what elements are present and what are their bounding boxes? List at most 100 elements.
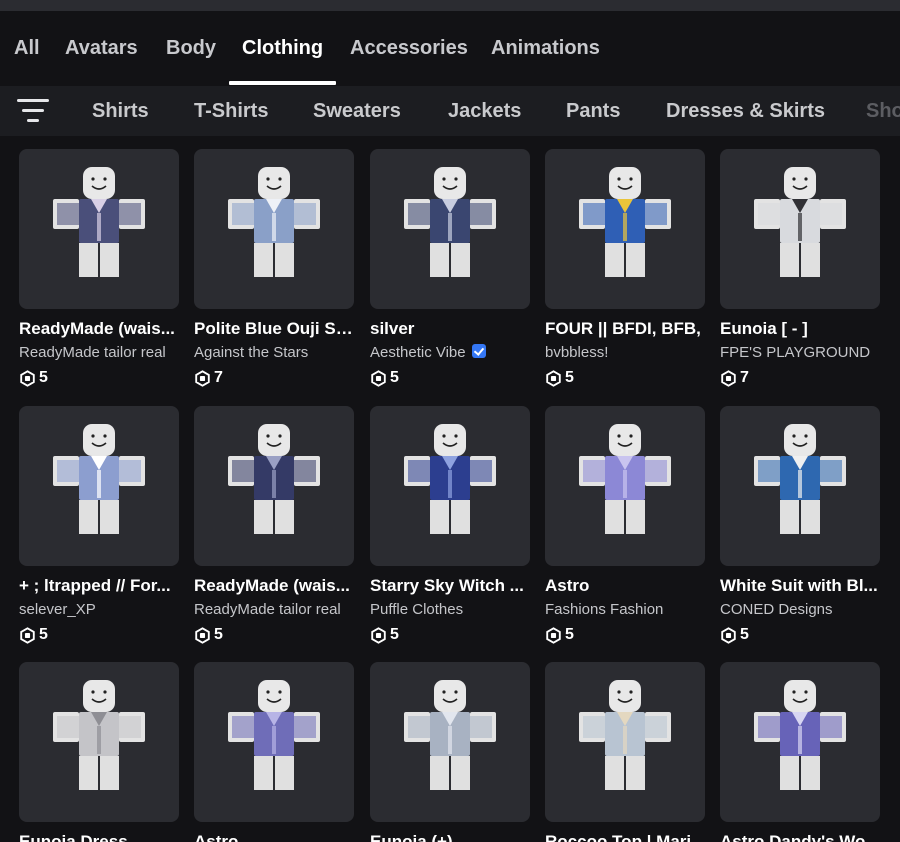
- item-name[interactable]: White Suit with Bl...: [720, 576, 886, 596]
- verified-badge-icon: [471, 344, 486, 358]
- tab-animations[interactable]: Animations: [491, 37, 600, 60]
- tab-all[interactable]: All: [14, 37, 40, 60]
- price-value: 7: [740, 369, 749, 386]
- item-thumbnail[interactable]: [194, 149, 354, 309]
- item-thumbnail[interactable]: [19, 149, 179, 309]
- item-price: 7: [194, 368, 223, 388]
- robux-icon: [195, 369, 210, 387]
- item-creator[interactable]: ReadyMade tailor real: [19, 344, 189, 361]
- item-thumbnail[interactable]: [194, 406, 354, 566]
- item-price: 5: [370, 368, 399, 388]
- item-name[interactable]: Astro: [194, 832, 360, 842]
- subcategory-bar: Shirts T-Shirts Sweaters Jackets Pants D…: [0, 86, 900, 136]
- creator-name: Aesthetic Vibe: [370, 344, 466, 361]
- item-name[interactable]: + ; ltrapped // For...: [19, 576, 185, 596]
- filter-icon[interactable]: [17, 98, 49, 124]
- creator-name: Against the Stars: [194, 344, 309, 361]
- subtab-sweaters[interactable]: Sweaters: [313, 100, 401, 123]
- catalog-grid: ReadyMade (wais... ReadyMade tailor real 5…: [0, 136, 900, 842]
- subtab-shirts[interactable]: Shirts: [92, 100, 149, 123]
- item-thumbnail[interactable]: [545, 149, 705, 309]
- price-value: 5: [390, 626, 399, 643]
- price-value: 5: [565, 626, 574, 643]
- item-name[interactable]: Eunoia (+): [370, 832, 536, 842]
- creator-name: ReadyMade tailor real: [19, 344, 166, 361]
- active-tab-indicator: [229, 81, 336, 85]
- robux-icon: [20, 369, 35, 387]
- robux-icon: [371, 626, 386, 644]
- creator-name: FPE'S PLAYGROUND: [720, 344, 871, 361]
- item-price: 5: [194, 625, 223, 645]
- tab-avatars[interactable]: Avatars: [65, 37, 138, 60]
- price-value: 5: [565, 369, 574, 386]
- item-thumbnail[interactable]: [194, 662, 354, 822]
- robux-icon: [371, 369, 386, 387]
- robux-icon: [721, 626, 736, 644]
- subtab-dresses-skirts[interactable]: Dresses & Skirts: [666, 100, 825, 123]
- tab-body[interactable]: Body: [166, 37, 216, 60]
- item-creator[interactable]: selever_XP: [19, 601, 189, 618]
- subtab-pants[interactable]: Pants: [566, 100, 620, 123]
- item-name[interactable]: FOUR || BFDI, BFB,: [545, 319, 711, 339]
- item-thumbnail[interactable]: [720, 406, 880, 566]
- item-price: 5: [19, 368, 48, 388]
- item-thumbnail[interactable]: [545, 406, 705, 566]
- robux-icon: [721, 369, 736, 387]
- price-value: 5: [39, 369, 48, 386]
- subtab-jackets[interactable]: Jackets: [448, 100, 521, 123]
- item-price: 5: [370, 625, 399, 645]
- item-thumbnail[interactable]: [19, 406, 179, 566]
- item-price: 5: [545, 625, 574, 645]
- robux-icon: [20, 626, 35, 644]
- item-name[interactable]: Starry Sky Witch ...: [370, 576, 536, 596]
- item-creator[interactable]: bvbbless!: [545, 344, 715, 361]
- item-name[interactable]: ReadyMade (wais...: [19, 319, 185, 339]
- creator-name: ReadyMade tailor real: [194, 601, 341, 618]
- item-creator[interactable]: Fashions Fashion: [545, 601, 715, 618]
- robux-icon: [195, 626, 210, 644]
- item-name[interactable]: ReadyMade (wais...: [194, 576, 360, 596]
- item-price: 5: [545, 368, 574, 388]
- item-creator[interactable]: FPE'S PLAYGROUND: [720, 344, 890, 361]
- price-value: 5: [39, 626, 48, 643]
- item-price: 5: [720, 625, 749, 645]
- creator-name: Puffle Clothes: [370, 601, 464, 618]
- item-name[interactable]: Polite Blue Ouji Sh...: [194, 319, 360, 339]
- item-name[interactable]: Astro Dandy's Wo...: [720, 832, 886, 842]
- window-top-bar: [0, 0, 900, 11]
- item-thumbnail[interactable]: [720, 149, 880, 309]
- price-value: 5: [390, 369, 399, 386]
- robux-icon: [546, 626, 561, 644]
- item-thumbnail[interactable]: [370, 662, 530, 822]
- item-name[interactable]: Eunoia [ - ]: [720, 319, 886, 339]
- item-creator[interactable]: ReadyMade tailor real: [194, 601, 364, 618]
- item-name[interactable]: Astro: [545, 576, 711, 596]
- creator-name: CONED Designs: [720, 601, 833, 618]
- item-price: 5: [19, 625, 48, 645]
- item-name[interactable]: Eunoia Dress: [19, 832, 185, 842]
- item-thumbnail[interactable]: [370, 149, 530, 309]
- item-creator[interactable]: Puffle Clothes: [370, 601, 540, 618]
- tab-accessories[interactable]: Accessories: [350, 37, 468, 60]
- item-creator[interactable]: Aesthetic Vibe: [370, 344, 540, 361]
- creator-name: selever_XP: [19, 601, 96, 618]
- subtab-shoes[interactable]: Sho: [866, 100, 900, 123]
- price-value: 5: [740, 626, 749, 643]
- item-creator[interactable]: CONED Designs: [720, 601, 890, 618]
- creator-name: bvbbless!: [545, 344, 609, 361]
- item-name[interactable]: silver: [370, 319, 536, 339]
- item-thumbnail[interactable]: [545, 662, 705, 822]
- creator-name: Fashions Fashion: [545, 601, 664, 618]
- item-creator[interactable]: Against the Stars: [194, 344, 364, 361]
- robux-icon: [546, 369, 561, 387]
- price-value: 5: [214, 626, 223, 643]
- item-thumbnail[interactable]: [19, 662, 179, 822]
- item-price: 7: [720, 368, 749, 388]
- subtab-t-shirts[interactable]: T-Shirts: [194, 100, 268, 123]
- item-thumbnail[interactable]: [370, 406, 530, 566]
- tab-clothing[interactable]: Clothing: [242, 37, 323, 60]
- item-name[interactable]: Roccoo Top | Mari...: [545, 832, 711, 842]
- category-tabs: All Avatars Body Clothing Accessories An…: [0, 11, 900, 86]
- item-thumbnail[interactable]: [720, 662, 880, 822]
- price-value: 7: [214, 369, 223, 386]
